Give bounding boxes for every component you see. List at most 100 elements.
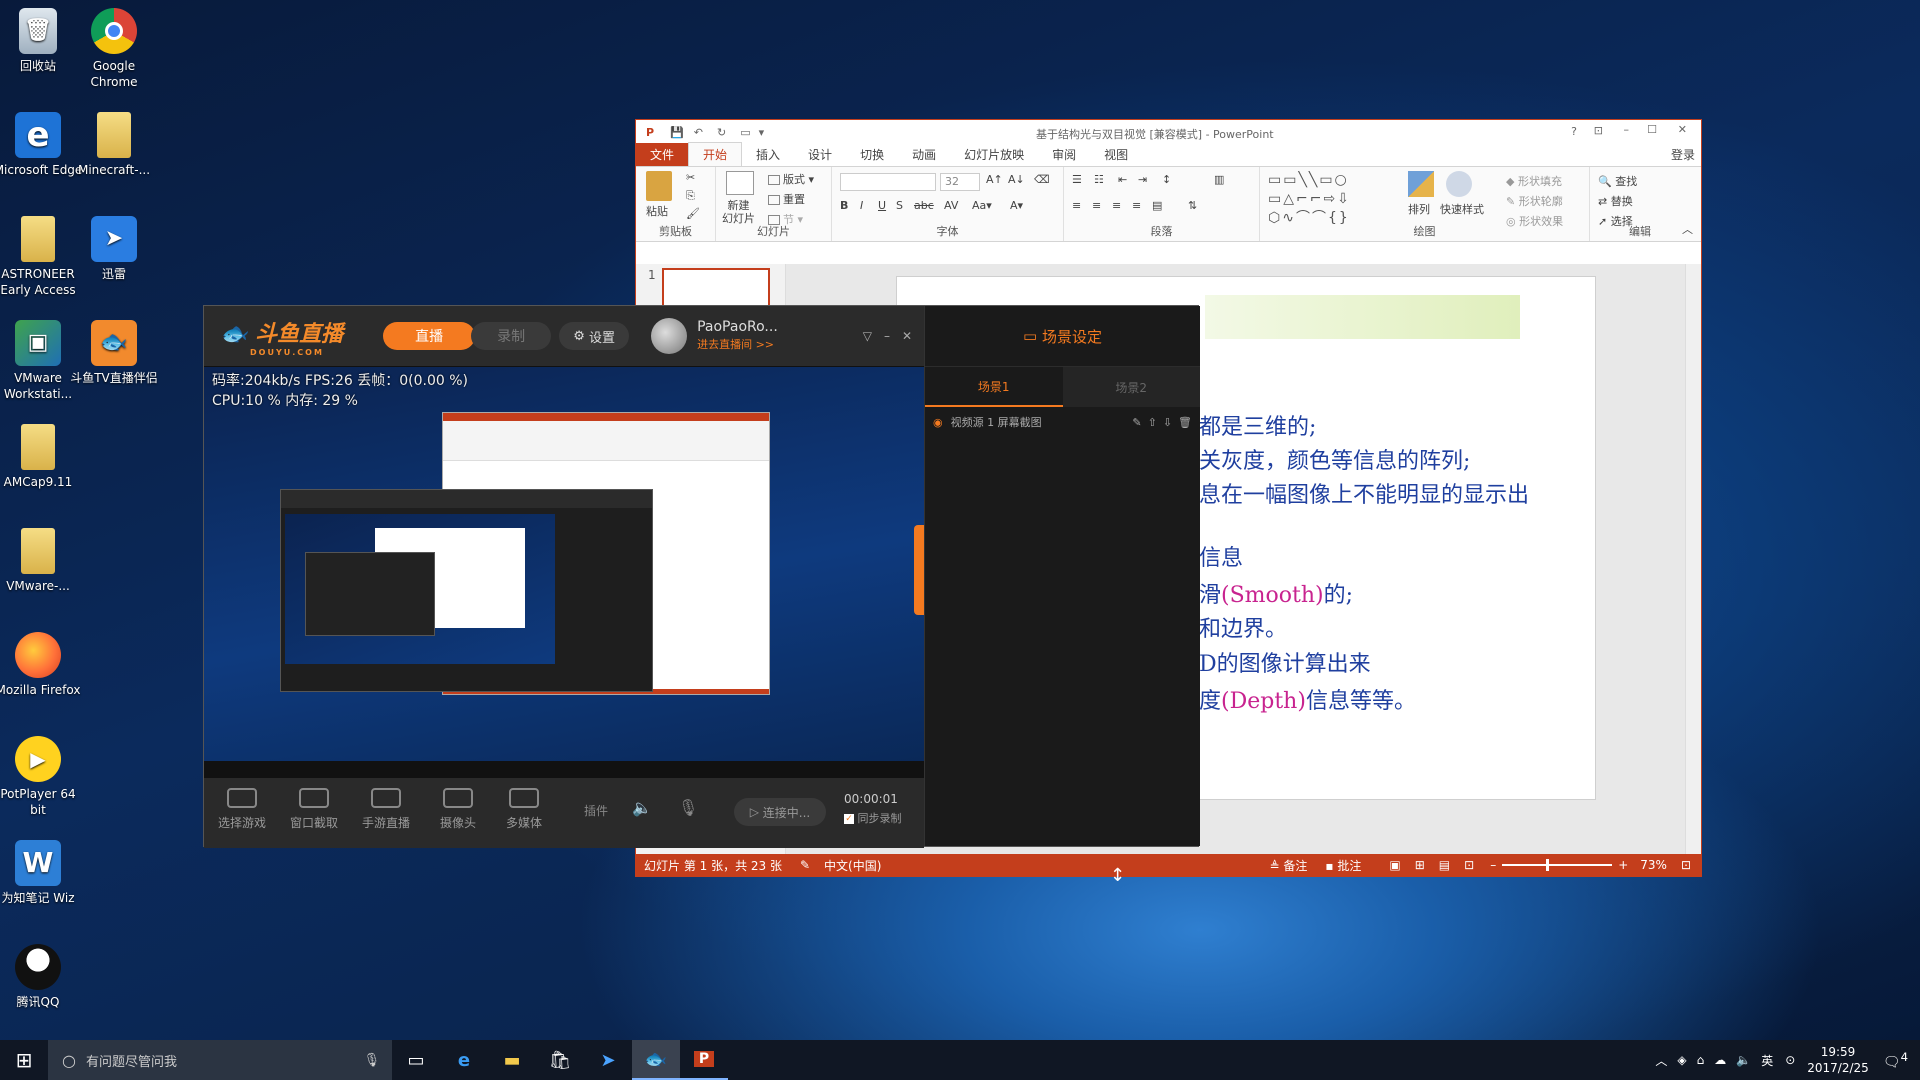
cloud-icon[interactable]: ☁	[1714, 1053, 1726, 1067]
line-spacing-icon[interactable]: ↕	[1162, 173, 1171, 186]
reset-button[interactable]: 重置	[768, 191, 805, 207]
align-left-icon[interactable]: ≡	[1072, 199, 1081, 212]
plugin-button[interactable]: 插件	[584, 802, 608, 819]
spacing-icon[interactable]: AV	[944, 199, 958, 212]
arrange-icon[interactable]	[1408, 171, 1434, 197]
align-right-icon[interactable]: ≡	[1112, 199, 1121, 212]
microphone-icon[interactable]: 🎙	[363, 1053, 380, 1068]
file-explorer-icon[interactable]: ▬	[488, 1040, 536, 1080]
minimize-button[interactable]: –	[884, 329, 890, 343]
arrange-button[interactable]: 排列	[1408, 201, 1430, 217]
thunder-taskbar-icon[interactable]: ➤	[584, 1040, 632, 1080]
shadow-icon[interactable]: S	[896, 199, 903, 212]
change-case-icon[interactable]: Aa▾	[972, 199, 992, 212]
copy-icon[interactable]: ⎘	[686, 189, 695, 203]
bold-icon[interactable]: B	[840, 199, 848, 212]
tab-review[interactable]: 审阅	[1038, 143, 1090, 166]
collapse-ribbon-icon[interactable]: ︿	[1682, 221, 1693, 237]
desktop-icon-wiz[interactable]: W 为知笔记 Wiz	[0, 838, 84, 906]
settings-button[interactable]: ⚙ 设置	[559, 322, 630, 350]
close-button[interactable]: ✕	[902, 329, 912, 343]
quick-styles-button[interactable]: 快速样式	[1440, 201, 1484, 217]
clock[interactable]: 19:59 2017/2/25	[1807, 1044, 1869, 1076]
normal-view-icon[interactable]: ▣	[1389, 858, 1400, 872]
move-down-icon[interactable]: ⇩	[1163, 416, 1172, 429]
slide-sorter-icon[interactable]: ⊞	[1415, 858, 1425, 872]
ime-indicator[interactable]: 英	[1761, 1052, 1773, 1069]
edit-icon[interactable]: ✎	[1132, 416, 1141, 429]
close-button[interactable]: ✕	[1678, 123, 1687, 136]
qat-customize-icon[interactable]: ▾	[759, 126, 765, 139]
bullets-icon[interactable]: ☰	[1072, 173, 1082, 186]
align-center-icon[interactable]: ≡	[1092, 199, 1101, 212]
preview-side-toggle[interactable]	[914, 525, 924, 615]
powerpoint-taskbar-icon[interactable]: P	[680, 1040, 728, 1080]
microphone-icon[interactable]: 🎙	[678, 798, 698, 817]
underline-icon[interactable]: U	[878, 199, 886, 212]
italic-icon[interactable]: I	[860, 199, 863, 212]
shape-fill-button[interactable]: ◆ 形状填充	[1506, 173, 1562, 189]
sync-record-checkbox[interactable]: ✓ 同步录制	[844, 810, 902, 826]
zoom-slider-thumb[interactable]	[1546, 859, 1550, 871]
distribute-icon[interactable]: ▤	[1152, 199, 1162, 212]
new-slide-icon[interactable]	[726, 171, 754, 195]
quick-styles-icon[interactable]	[1446, 171, 1472, 197]
search-box[interactable]: ○ 有问题尽管问我 🎙	[48, 1040, 392, 1080]
comments-button[interactable]: ▪ 批注	[1325, 857, 1361, 874]
notes-button[interactable]: ≜ 备注	[1270, 857, 1308, 874]
tab-animations[interactable]: 动画	[898, 143, 950, 166]
store-icon[interactable]: 🛍	[536, 1040, 584, 1080]
replace-button[interactable]: ⇄ 替换	[1598, 193, 1633, 209]
start-button[interactable]: ⊞	[0, 1040, 48, 1080]
strikethrough-icon[interactable]: abc	[914, 199, 934, 212]
enter-room-link[interactable]: 进去直播间 >>	[697, 336, 778, 353]
input-method-icon[interactable]: ⊙	[1785, 1053, 1795, 1067]
desktop-icon-minecraft[interactable]: Minecraft-...	[68, 110, 160, 178]
decrease-indent-icon[interactable]: ⇤	[1118, 173, 1127, 186]
grow-font-icon[interactable]: A↑	[986, 173, 1003, 186]
cut-icon[interactable]: ✂	[686, 171, 695, 184]
desktop-icon-qq[interactable]: 腾讯QQ	[0, 942, 84, 1010]
layout-button[interactable]: 版式 ▾	[768, 171, 814, 187]
tab-slideshow[interactable]: 幻灯片放映	[950, 143, 1038, 166]
present-icon[interactable]: ▭	[740, 126, 750, 139]
ribbon-display-icon[interactable]: ⊡	[1594, 124, 1603, 137]
new-slide-button[interactable]: 新建 幻灯片	[722, 199, 755, 225]
multimedia-button[interactable]: 多媒体	[494, 788, 554, 831]
network-icon[interactable]: ⌂	[1697, 1053, 1705, 1067]
font-name-select[interactable]	[840, 173, 936, 191]
tab-insert[interactable]: 插入	[742, 143, 794, 166]
login-link[interactable]: 登录	[1665, 143, 1701, 166]
connect-button[interactable]: ▷ 连接中...	[734, 798, 826, 826]
action-center-icon[interactable]: 🗨4	[1883, 1050, 1908, 1071]
tab-record[interactable]: 录制	[471, 322, 552, 350]
mobile-live-button[interactable]: 手游直播	[356, 788, 416, 831]
save-icon[interactable]: 💾	[670, 126, 684, 139]
find-button[interactable]: 🔍 查找	[1598, 173, 1637, 189]
increase-indent-icon[interactable]: ⇥	[1138, 173, 1147, 186]
move-up-icon[interactable]: ⇧	[1148, 416, 1157, 429]
tab-file[interactable]: 文件	[636, 143, 689, 166]
security-icon[interactable]: ◈	[1677, 1053, 1686, 1067]
tab-scene-2[interactable]: 场景2	[1063, 367, 1201, 407]
zoom-out-button[interactable]: –	[1490, 858, 1496, 872]
select-game-button[interactable]: 选择游戏	[212, 788, 272, 831]
text-direction-icon[interactable]: ⇅	[1188, 199, 1197, 212]
source-list-item[interactable]: ◉ 视频源 1 屏幕截图 ✎ ⇧ ⇩ 🗑	[925, 407, 1200, 437]
task-view-icon[interactable]: ▭	[392, 1040, 440, 1080]
avatar[interactable]	[651, 318, 688, 354]
window-capture-button[interactable]: 窗口截取	[284, 788, 344, 831]
maximize-button[interactable]: ☐	[1647, 123, 1657, 136]
tray-expand-icon[interactable]: ︿	[1655, 1052, 1667, 1069]
spellcheck-icon[interactable]: ✎	[800, 858, 810, 872]
tab-design[interactable]: 设计	[794, 143, 846, 166]
delete-icon[interactable]: 🗑	[1178, 416, 1192, 429]
redo-icon[interactable]: ↻	[717, 126, 726, 139]
columns-icon[interactable]: ▥	[1214, 173, 1224, 186]
vertical-scrollbar[interactable]	[1685, 264, 1701, 854]
reading-view-icon[interactable]: ▤	[1439, 858, 1450, 872]
paste-icon[interactable]	[646, 171, 672, 201]
desktop-icon-vmware-folder[interactable]: VMware-...	[0, 526, 84, 594]
language-status[interactable]: 中文(中国)	[824, 857, 881, 874]
format-painter-icon[interactable]: 🖌	[686, 207, 700, 220]
